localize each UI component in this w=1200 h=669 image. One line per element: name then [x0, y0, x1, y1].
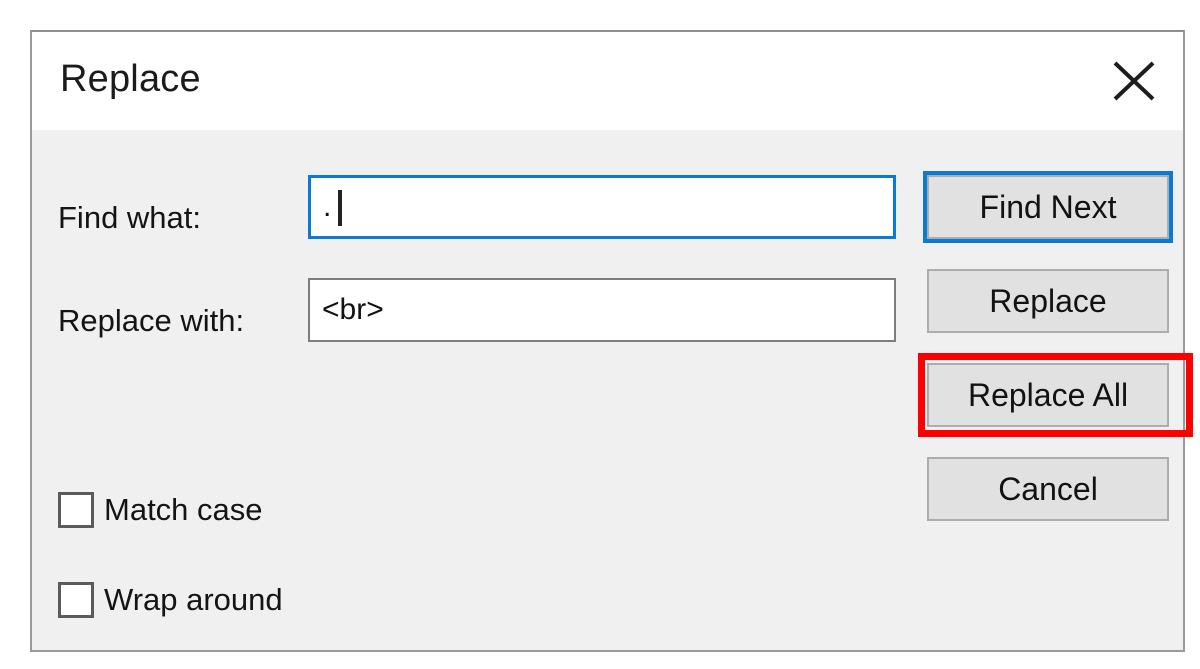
find-what-value: .: [323, 190, 332, 223]
replace-dialog: Replace Find what: . Replace with: <br> …: [30, 30, 1193, 652]
match-case-checkbox[interactable]: [58, 492, 94, 528]
replace-button[interactable]: Replace: [927, 269, 1169, 333]
replace-with-value: <br>: [322, 293, 384, 326]
replace-with-input[interactable]: <br>: [308, 278, 896, 342]
screen: Replace Find what: . Replace with: <br> …: [0, 0, 1200, 669]
match-case-label: Match case: [104, 492, 263, 527]
find-next-button[interactable]: Find Next: [923, 171, 1173, 243]
find-what-label: Find what:: [58, 200, 202, 235]
match-case-row[interactable]: Match case: [58, 492, 263, 528]
text-caret: [338, 190, 342, 226]
wrap-around-checkbox[interactable]: [58, 582, 94, 618]
close-button[interactable]: [1091, 38, 1177, 122]
replace-all-button[interactable]: Replace All: [927, 363, 1169, 427]
dialog-title: Replace: [60, 58, 201, 100]
find-what-input[interactable]: .: [308, 175, 896, 239]
wrap-around-row[interactable]: Wrap around: [58, 582, 283, 618]
wrap-around-label: Wrap around: [104, 582, 283, 617]
cancel-button[interactable]: Cancel: [927, 457, 1169, 521]
replace-with-label: Replace with:: [58, 303, 245, 338]
dialog-titlebar: Replace: [32, 32, 1183, 130]
dialog-body: Find what: . Replace with: <br> Find Nex…: [32, 130, 1193, 650]
